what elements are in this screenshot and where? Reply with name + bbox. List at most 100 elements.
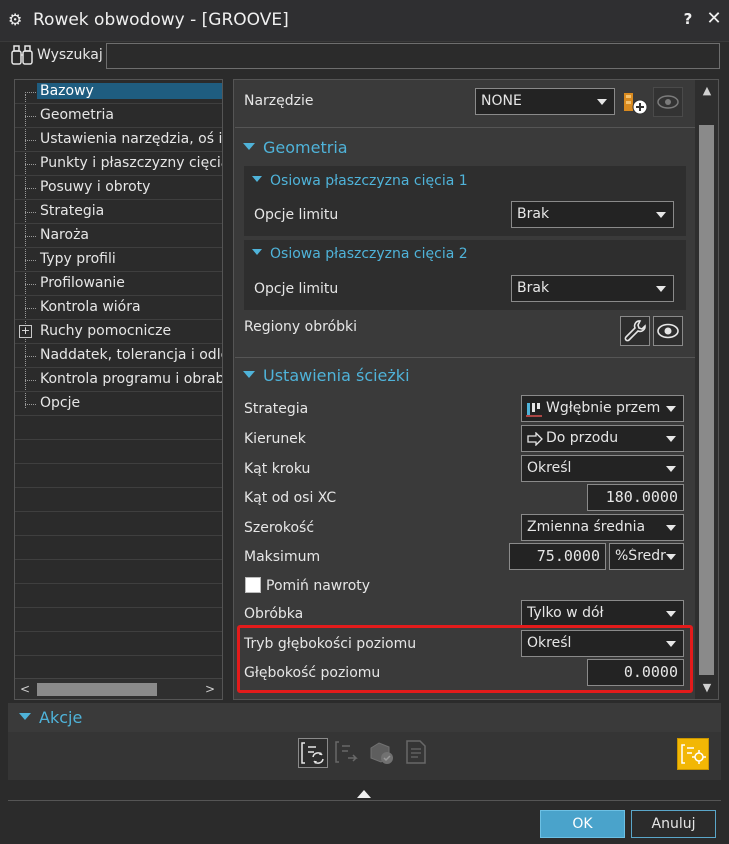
actions-header-bar[interactable] bbox=[8, 703, 721, 732]
tree-item-geometria[interactable]: Geometria bbox=[15, 104, 222, 128]
tool-dropdown[interactable]: NONE bbox=[475, 88, 615, 115]
scrollbar-thumb[interactable] bbox=[37, 683, 157, 696]
chevron-right-icon[interactable]: > bbox=[203, 682, 217, 696]
tree-item-feeds[interactable]: Posuwy i obroty bbox=[15, 176, 222, 200]
tree-item-aux-moves[interactable]: + Ruchy pomocnicze bbox=[15, 320, 222, 344]
direction-label: Kierunek bbox=[244, 431, 306, 447]
list-button[interactable] bbox=[402, 738, 432, 768]
edit-regions-button[interactable] bbox=[620, 316, 650, 346]
tree-empty-row bbox=[15, 560, 222, 584]
tree-item-stock-tolerance[interactable]: Naddatek, tolerancja i odleg bbox=[15, 344, 222, 368]
machining-dropdown[interactable]: Tylko w dół bbox=[521, 600, 684, 627]
new-tool-button[interactable] bbox=[620, 87, 650, 117]
actions-section-header[interactable]: Akcje bbox=[19, 708, 82, 727]
skip-returns-checkbox[interactable] bbox=[245, 577, 261, 593]
tree-item-profiling[interactable]: Profilowanie bbox=[15, 272, 222, 296]
collapse-triangle-icon bbox=[252, 176, 262, 182]
angle-from-xc-input[interactable]: 180.0000 bbox=[587, 484, 684, 511]
tree-item-label: Opcje bbox=[40, 395, 81, 411]
actions-area bbox=[8, 732, 721, 780]
tree-empty-row bbox=[15, 512, 222, 536]
expand-icon[interactable]: + bbox=[19, 325, 32, 338]
chevron-left-icon[interactable]: < bbox=[18, 682, 32, 696]
tree-item-strategia[interactable]: Strategia bbox=[15, 200, 222, 224]
generate-path-icon bbox=[301, 742, 324, 764]
step-angle-dropdown[interactable]: Określ bbox=[521, 455, 684, 482]
machining-label: Obróbka bbox=[244, 606, 304, 622]
scrollbar-thumb[interactable] bbox=[699, 125, 714, 675]
list-output-icon bbox=[406, 740, 426, 764]
tree-empty-row bbox=[15, 416, 222, 440]
show-regions-button[interactable] bbox=[653, 316, 683, 346]
tree-item-label: Bazowy bbox=[37, 83, 222, 99]
new-tool-icon bbox=[624, 93, 648, 115]
chevron-down-icon bbox=[666, 554, 676, 560]
search-label: Wyszukaj bbox=[37, 47, 103, 63]
tree-item-label: Punkty i płaszczyzny cięcia bbox=[40, 155, 223, 171]
parameters-panel: Narzędzie NONE Geometria Osiowa płaszczy… bbox=[233, 79, 719, 700]
cut-plane-1-header[interactable]: Osiowa płaszczyzna cięcia 1 bbox=[252, 173, 468, 189]
chevron-down-icon bbox=[656, 286, 666, 292]
plunge-strategy-icon bbox=[526, 403, 542, 417]
maximum-label: Maksimum bbox=[244, 549, 321, 565]
limit-options-1-label: Opcje limitu bbox=[254, 207, 339, 223]
ok-button[interactable]: OK bbox=[540, 810, 625, 838]
maximum-input[interactable]: 75.0000 bbox=[509, 543, 606, 570]
tree-empty-row bbox=[15, 584, 222, 608]
tree-item-profile-types[interactable]: Typy profili bbox=[15, 248, 222, 272]
chevron-down-icon bbox=[666, 406, 676, 412]
tree-empty-row bbox=[15, 488, 222, 512]
chevron-up-icon[interactable]: ▲ bbox=[700, 84, 714, 98]
machining-regions-label: Regiony obróbki bbox=[244, 319, 358, 335]
chevron-down-icon bbox=[666, 436, 676, 442]
geometry-section-header[interactable]: Geometria bbox=[243, 138, 348, 157]
divider bbox=[8, 800, 721, 801]
generate-button[interactable] bbox=[298, 738, 328, 768]
strategy-dropdown[interactable]: Wgłębnie przemi bbox=[521, 395, 684, 422]
tree-item-label: Ruchy pomocnicze bbox=[40, 323, 172, 339]
maximum-unit-dropdown[interactable]: %Średr bbox=[609, 543, 684, 570]
tree-item-naroza[interactable]: Naroża bbox=[15, 224, 222, 248]
verify-button[interactable] bbox=[367, 738, 397, 768]
display-tool-button[interactable] bbox=[653, 87, 683, 117]
tree-item-program-control[interactable]: Kontrola programu i obrabi bbox=[15, 368, 222, 392]
cut-plane-2-header[interactable]: Osiowa płaszczyzna cięcia 2 bbox=[252, 246, 468, 262]
navigation-tree: Bazowy Geometria Ustawienia narzędzia, o… bbox=[14, 79, 223, 700]
tree-item-chip-control[interactable]: Kontrola wióra bbox=[15, 296, 222, 320]
tree-item-bazowy[interactable]: Bazowy bbox=[15, 80, 222, 104]
chevron-down-icon[interactable]: ▼ bbox=[700, 681, 714, 695]
tree-item-label: Ustawienia narzędzia, oś i ko bbox=[40, 131, 223, 147]
tree-empty-row bbox=[15, 464, 222, 488]
replay-button[interactable] bbox=[333, 738, 363, 768]
collapse-dialog-icon[interactable] bbox=[357, 790, 371, 798]
limit-options-2-label: Opcje limitu bbox=[254, 281, 339, 297]
search-input[interactable] bbox=[106, 43, 720, 69]
tree-item-label: Geometria bbox=[40, 107, 114, 123]
cancel-button[interactable]: Anuluj bbox=[631, 810, 716, 838]
limit-options-1-dropdown[interactable]: Brak bbox=[511, 201, 674, 228]
tree-item-label: Naddatek, tolerancja i odleg bbox=[40, 347, 223, 363]
chevron-down-icon bbox=[656, 212, 666, 218]
tree-item-opcje[interactable]: Opcje bbox=[15, 392, 222, 416]
help-button[interactable]: ? bbox=[680, 10, 696, 30]
tree-horizontal-scrollbar[interactable]: < > bbox=[15, 678, 222, 699]
tree-item-label: Naroża bbox=[40, 227, 89, 243]
tree-empty-row bbox=[15, 632, 222, 656]
angle-from-xc-label: Kąt od osi XC bbox=[244, 490, 337, 506]
postprocess-button[interactable] bbox=[677, 738, 709, 770]
width-dropdown[interactable]: Zmienna średnia bbox=[521, 514, 684, 541]
collapse-triangle-icon bbox=[243, 371, 255, 378]
wrench-icon bbox=[624, 320, 646, 342]
direction-dropdown[interactable]: Do przodu bbox=[521, 425, 684, 452]
close-button[interactable]: ✕ bbox=[704, 8, 724, 30]
tree-item-tool-settings[interactable]: Ustawienia narzędzia, oś i ko bbox=[15, 128, 222, 152]
strategy-label: Strategia bbox=[244, 401, 309, 417]
limit-options-2-dropdown[interactable]: Brak bbox=[511, 275, 674, 302]
step-angle-label: Kąt kroku bbox=[244, 461, 311, 477]
tree-empty-row bbox=[15, 536, 222, 560]
tool-label: Narzędzie bbox=[244, 93, 314, 109]
tree-item-cut-points[interactable]: Punkty i płaszczyzny cięcia bbox=[15, 152, 222, 176]
arrow-right-icon bbox=[527, 432, 543, 446]
tree-item-label: Posuwy i obroty bbox=[40, 179, 151, 195]
path-settings-section-header[interactable]: Ustawienia ścieżki bbox=[243, 366, 410, 385]
